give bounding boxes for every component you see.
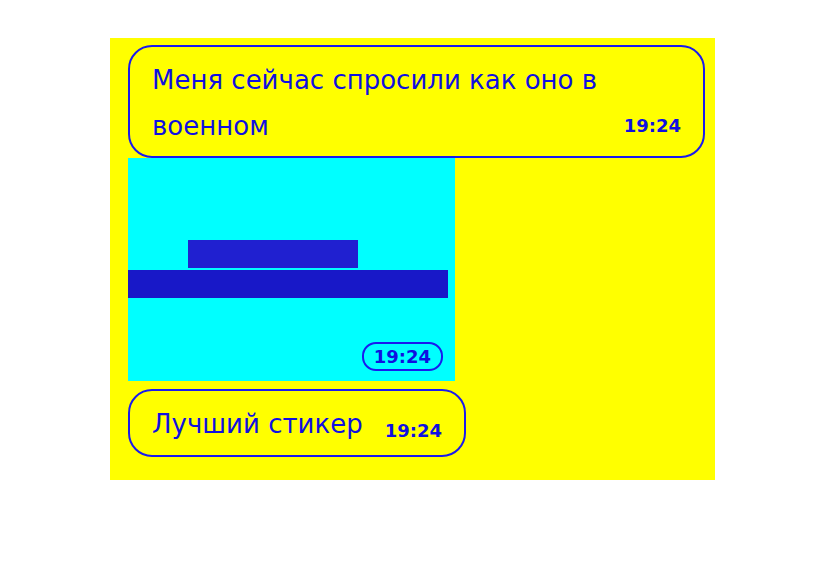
chat: Меня сейчас спросили как оно в военном19… <box>110 38 715 480</box>
message-time: 19:24 <box>362 342 443 371</box>
message-text: Меня сейчас спросили как оно в военном <box>152 57 681 149</box>
sticker-shape <box>128 270 448 298</box>
sticker-shape <box>188 240 358 268</box>
message-time: 19:24 <box>385 420 442 447</box>
page: Меня сейчас спросили как оно в военном19… <box>0 0 826 574</box>
message-time: 19:24 <box>624 115 681 140</box>
sticker[interactable]: 19:24 <box>128 158 455 381</box>
message-bubble[interactable]: Меня сейчас спросили как оно в военном19… <box>128 45 705 158</box>
message-bubble[interactable]: Лучший стикер 19:24 <box>128 389 466 457</box>
message-text: Лучший стикер <box>152 401 363 447</box>
